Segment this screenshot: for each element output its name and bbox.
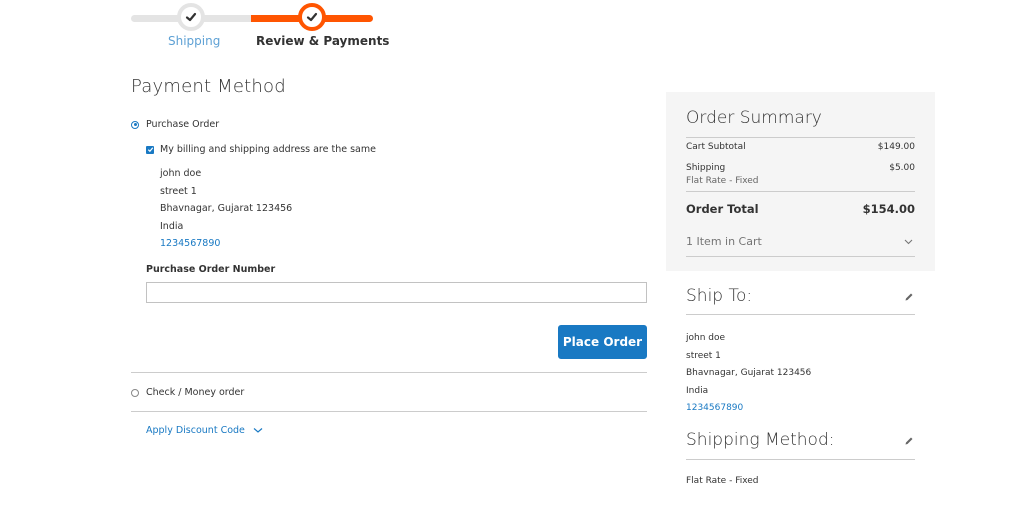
ship-to-country: India	[686, 385, 709, 396]
purchase-order-radio[interactable]	[131, 120, 139, 129]
same-address-checkbox[interactable]	[146, 145, 154, 154]
divider	[686, 191, 915, 192]
divider	[131, 372, 647, 373]
po-number-label: Purchase Order Number	[146, 264, 276, 275]
shipping-method-value: Flat Rate - Fixed	[686, 476, 759, 486]
ship-to-name: john doe	[686, 333, 726, 343]
order-total-value: $154.00	[862, 202, 915, 216]
divider	[686, 256, 915, 257]
checkmark-icon	[147, 147, 153, 153]
step-review-marker	[298, 3, 326, 31]
payment-option-check-money-order[interactable]: Check / Money order	[131, 387, 244, 398]
billing-country: India	[160, 220, 184, 232]
checkmark-icon	[306, 12, 318, 22]
shipping-method-summary: Flat Rate - Fixed	[686, 176, 759, 186]
ship-to-street: street 1	[686, 350, 721, 361]
purchase-order-label[interactable]: Purchase Order	[146, 119, 219, 130]
cart-subtotal-value: $149.00	[877, 142, 915, 152]
apply-discount-label[interactable]: Apply Discount Code	[146, 425, 245, 436]
po-number-input[interactable]	[146, 282, 647, 303]
check-money-order-radio[interactable]	[131, 388, 139, 397]
divider	[686, 459, 915, 460]
divider	[131, 411, 647, 412]
edit-pencil-icon[interactable]	[904, 436, 914, 446]
items-in-cart-toggle[interactable]: 1 Item in Cart	[686, 235, 915, 248]
billing-phone-link[interactable]: 1234567890	[160, 235, 292, 253]
order-total-label: Order Total	[686, 202, 759, 216]
divider	[686, 137, 915, 138]
same-address-option[interactable]: My billing and shipping address are the …	[146, 144, 376, 155]
step-shipping-marker[interactable]	[177, 3, 205, 31]
place-order-button[interactable]: Place Order	[558, 325, 647, 359]
shipping-row: Shipping $5.00	[686, 163, 915, 173]
edit-pencil-icon[interactable]	[904, 292, 914, 302]
cart-subtotal-row: Cart Subtotal $149.00	[686, 142, 915, 152]
ship-to-phone-link[interactable]: 1234567890	[686, 400, 811, 418]
ship-to-city: Bhavnagar, Gujarat 123456	[686, 368, 812, 378]
billing-street: street 1	[160, 185, 197, 197]
order-total-row: Order Total $154.00	[686, 202, 915, 216]
payment-method-title: Payment Method	[131, 76, 286, 97]
order-summary: Order Summary Cart Subtotal $149.00 Ship…	[666, 92, 935, 271]
chevron-down-icon	[904, 239, 913, 244]
step-review-label: Review & Payments	[256, 34, 390, 48]
cart-subtotal-label: Cart Subtotal	[686, 142, 746, 152]
shipping-value: $5.00	[889, 163, 915, 173]
shipping-method-title: Shipping Method:	[686, 430, 835, 450]
ship-to-title: Ship To:	[686, 286, 753, 306]
payment-option-purchase-order[interactable]: Purchase Order	[131, 119, 219, 130]
order-summary-title: Order Summary	[686, 108, 822, 128]
chevron-down-icon	[253, 428, 263, 433]
items-in-cart-label[interactable]: 1 Item in Cart	[686, 235, 762, 248]
shipping-label: Shipping	[686, 163, 726, 173]
same-address-label[interactable]: My billing and shipping address are the …	[160, 144, 376, 155]
apply-discount-toggle[interactable]: Apply Discount Code	[146, 425, 263, 436]
divider	[686, 314, 915, 315]
check-money-order-label[interactable]: Check / Money order	[146, 387, 244, 398]
billing-address: john doe street 1 Bhavnagar, Gujarat 123…	[160, 165, 292, 253]
billing-name: john doe	[160, 168, 202, 179]
checkout-progress-bar: Shipping Review & Payments	[131, 0, 389, 52]
ship-to-address: john doe street 1 Bhavnagar, Gujarat 123…	[686, 330, 811, 418]
billing-city: Bhavnagar, Gujarat 123456	[160, 203, 293, 214]
step-shipping-link[interactable]: Shipping	[168, 34, 220, 48]
checkmark-icon	[185, 12, 197, 22]
